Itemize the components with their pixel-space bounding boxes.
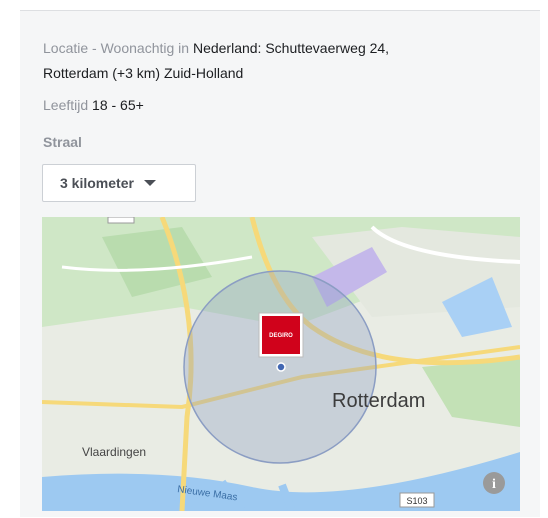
map-city-label: Rotterdam [332,390,425,412]
targeting-summary-card: Locatie - Woonachtig in Nederland: Schut… [20,10,540,517]
radius-value: 3 kilometer [60,175,134,191]
svg-text:i: i [492,477,496,492]
location-value: Nederland: Schuttevaerweg 24, [192,40,390,56]
location-row: Locatie - Woonachtig in Nederland: Schut… [43,37,389,59]
caret-down-icon [143,180,156,186]
location-map[interactable]: DEGIRO Rotterdam Vlaardingen Nieuwe Maas… [42,217,520,511]
road-shield: S103 [399,492,435,508]
location-value-line2: Rotterdam (+3 km) Zuid-Holland [43,65,244,81]
age-label: Leeftijd [43,97,89,113]
age-row: Leeftijd 18 - 65+ [43,94,144,116]
location-label: Locatie - Woonachtig in [43,40,190,56]
radius-label: Straal [43,134,82,150]
age-value: 18 - 65+ [92,97,144,113]
map-town-label: Vlaardingen [82,445,146,459]
info-icon[interactable]: i [483,472,505,494]
svg-text:S103: S103 [406,496,427,506]
marker-brand: DEGIRO [269,333,293,339]
radius-dropdown[interactable]: 3 kilometer [42,164,196,202]
